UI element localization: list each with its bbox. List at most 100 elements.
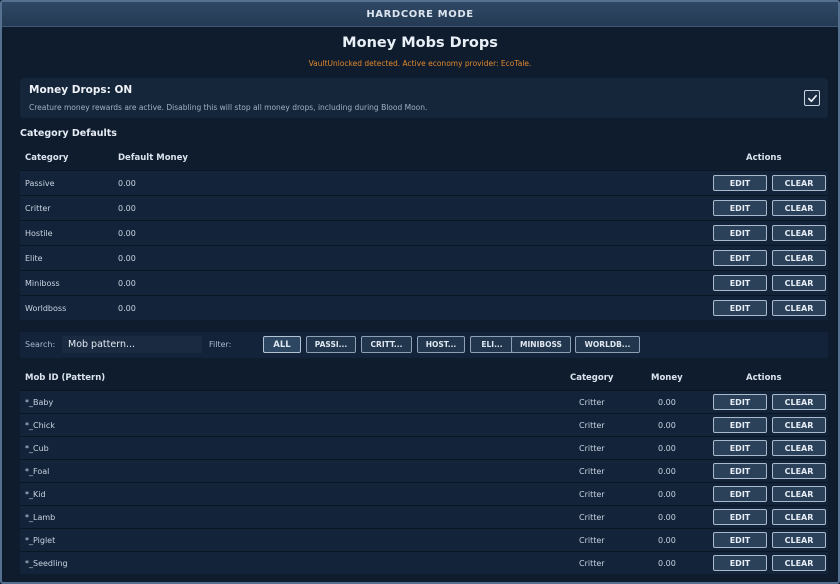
header-actions: Actions xyxy=(746,153,782,163)
mob-category: Critter xyxy=(579,490,605,499)
mob-table: Mob ID (Pattern) Category Money Actions … xyxy=(20,366,828,574)
mob-category: Critter xyxy=(579,421,605,430)
mob-category: Critter xyxy=(579,444,605,453)
filter-bar: Search: Filter: ALL PASSI... CRITT... HOST.… xyxy=(20,332,828,358)
money-drops-description: Creature money rewards are active. Disab… xyxy=(29,103,428,112)
clear-button[interactable]: CLEAR xyxy=(772,394,826,410)
category-money: 0.00 xyxy=(118,304,136,313)
mob-money: 0.00 xyxy=(658,467,676,476)
filter-label: Filter: xyxy=(209,340,232,349)
category-name: Hostile xyxy=(25,229,53,238)
mob-row: *_Baby Critter 0.00 EDIT CLEAR xyxy=(20,390,828,413)
filter-chip[interactable]: ALL xyxy=(263,336,301,353)
mob-category: Critter xyxy=(579,536,605,545)
mob-pattern: *_Piglet xyxy=(25,536,56,545)
edit-button[interactable]: EDIT xyxy=(713,275,767,291)
mob-pattern: *_Baby xyxy=(25,398,54,407)
clear-button[interactable]: CLEAR xyxy=(772,225,826,241)
clear-button[interactable]: CLEAR xyxy=(772,300,826,316)
edit-button[interactable]: EDIT xyxy=(713,300,767,316)
category-row: Elite 0.00 EDIT CLEAR xyxy=(20,245,828,270)
main-content: Money Mobs Drops VaultUnlocked detected.… xyxy=(6,28,834,582)
category-money: 0.00 xyxy=(118,279,136,288)
filter-chip[interactable]: PASSI... xyxy=(306,336,356,353)
category-row: Critter 0.00 EDIT CLEAR xyxy=(20,195,828,220)
mob-row: *_Kid Critter 0.00 EDIT CLEAR xyxy=(20,482,828,505)
mob-row: *_Foal Critter 0.00 EDIT CLEAR xyxy=(20,459,828,482)
category-name: Elite xyxy=(25,254,43,263)
mob-money: 0.00 xyxy=(658,490,676,499)
mob-money: 0.00 xyxy=(658,536,676,545)
clear-button[interactable]: CLEAR xyxy=(772,486,826,502)
clear-button[interactable]: CLEAR xyxy=(772,250,826,266)
mob-money: 0.00 xyxy=(658,444,676,453)
search-input[interactable] xyxy=(62,336,202,353)
mob-row: *_Lamb Critter 0.00 EDIT CLEAR xyxy=(20,505,828,528)
clear-button[interactable]: CLEAR xyxy=(772,509,826,525)
category-rows: Passive 0.00 EDIT CLEAR Critter 0.00 EDIT CLEAR… xyxy=(20,170,828,320)
mob-category: Critter xyxy=(579,513,605,522)
filter-chip[interactable]: ELI... xyxy=(470,336,514,353)
category-defaults-table: Category Default Money Actions Passive 0.… xyxy=(20,146,828,320)
mob-money: 0.00 xyxy=(658,398,676,407)
clear-button[interactable]: CLEAR xyxy=(772,175,826,191)
header-mob-category: Category xyxy=(570,373,614,383)
category-money: 0.00 xyxy=(118,179,136,188)
edit-button[interactable]: EDIT xyxy=(713,532,767,548)
clear-button[interactable]: CLEAR xyxy=(772,532,826,548)
edit-button[interactable]: EDIT xyxy=(713,175,767,191)
mob-table-header: Mob ID (Pattern) Category Money Actions xyxy=(20,366,828,390)
clear-button[interactable]: CLEAR xyxy=(772,200,826,216)
edit-button[interactable]: EDIT xyxy=(713,555,767,571)
window-titlebar: HARDCORE MODE xyxy=(2,2,838,27)
edit-button[interactable]: EDIT xyxy=(713,200,767,216)
clear-button[interactable]: CLEAR xyxy=(772,440,826,456)
mob-category: Critter xyxy=(579,398,605,407)
edit-button[interactable]: EDIT xyxy=(713,509,767,525)
category-money: 0.00 xyxy=(118,254,136,263)
edit-button[interactable]: EDIT xyxy=(713,463,767,479)
clear-button[interactable]: CLEAR xyxy=(772,555,826,571)
mob-pattern: *_Cub xyxy=(25,444,49,453)
category-table-header: Category Default Money Actions xyxy=(20,146,828,170)
mob-pattern: *_Chick xyxy=(25,421,55,430)
money-drops-panel: Money Drops: ON Creature money rewards a… xyxy=(20,78,828,118)
mob-pattern: *_Lamb xyxy=(25,513,56,522)
category-name: Miniboss xyxy=(25,279,60,288)
mob-row: *_Cub Critter 0.00 EDIT CLEAR xyxy=(20,436,828,459)
mob-pattern: *_Foal xyxy=(25,467,50,476)
page-title: Money Mobs Drops xyxy=(342,35,498,51)
filter-chip[interactable]: MINIBOSS xyxy=(511,336,571,353)
edit-button[interactable]: EDIT xyxy=(713,250,767,266)
category-row: Hostile 0.00 EDIT CLEAR xyxy=(20,220,828,245)
clear-button[interactable]: CLEAR xyxy=(772,463,826,479)
category-money: 0.00 xyxy=(118,229,136,238)
mob-money: 0.00 xyxy=(658,421,676,430)
mob-row: *_Piglet Critter 0.00 EDIT CLEAR xyxy=(20,528,828,551)
category-money: 0.00 xyxy=(118,204,136,213)
mob-row: *_Chick Critter 0.00 EDIT CLEAR xyxy=(20,413,828,436)
window-title: HARDCORE MODE xyxy=(366,8,474,20)
filter-chip[interactable]: HOST... xyxy=(417,336,465,353)
category-name: Passive xyxy=(25,179,55,188)
mob-money: 0.00 xyxy=(658,513,676,522)
filter-chip[interactable]: WORLDB... xyxy=(575,336,640,353)
edit-button[interactable]: EDIT xyxy=(713,225,767,241)
category-row: Passive 0.00 EDIT CLEAR xyxy=(20,170,828,195)
mob-pattern: *_Kid xyxy=(25,490,46,499)
mob-money: 0.00 xyxy=(658,559,676,568)
category-name: Worldboss xyxy=(25,304,67,313)
clear-button[interactable]: CLEAR xyxy=(772,417,826,433)
category-defaults-title: Category Defaults xyxy=(20,128,117,139)
header-mob-actions: Actions xyxy=(746,373,782,383)
edit-button[interactable]: EDIT xyxy=(713,440,767,456)
filter-chip[interactable]: CRITT... xyxy=(361,336,412,353)
category-name: Critter xyxy=(25,204,51,213)
header-mob-id: Mob ID (Pattern) xyxy=(25,373,106,383)
window-frame: HARDCORE MODE Money Mobs Drops VaultUnlo… xyxy=(0,0,840,584)
edit-button[interactable]: EDIT xyxy=(713,394,767,410)
edit-button[interactable]: EDIT xyxy=(713,486,767,502)
money-drops-checkbox[interactable] xyxy=(804,90,820,106)
edit-button[interactable]: EDIT xyxy=(713,417,767,433)
clear-button[interactable]: CLEAR xyxy=(772,275,826,291)
